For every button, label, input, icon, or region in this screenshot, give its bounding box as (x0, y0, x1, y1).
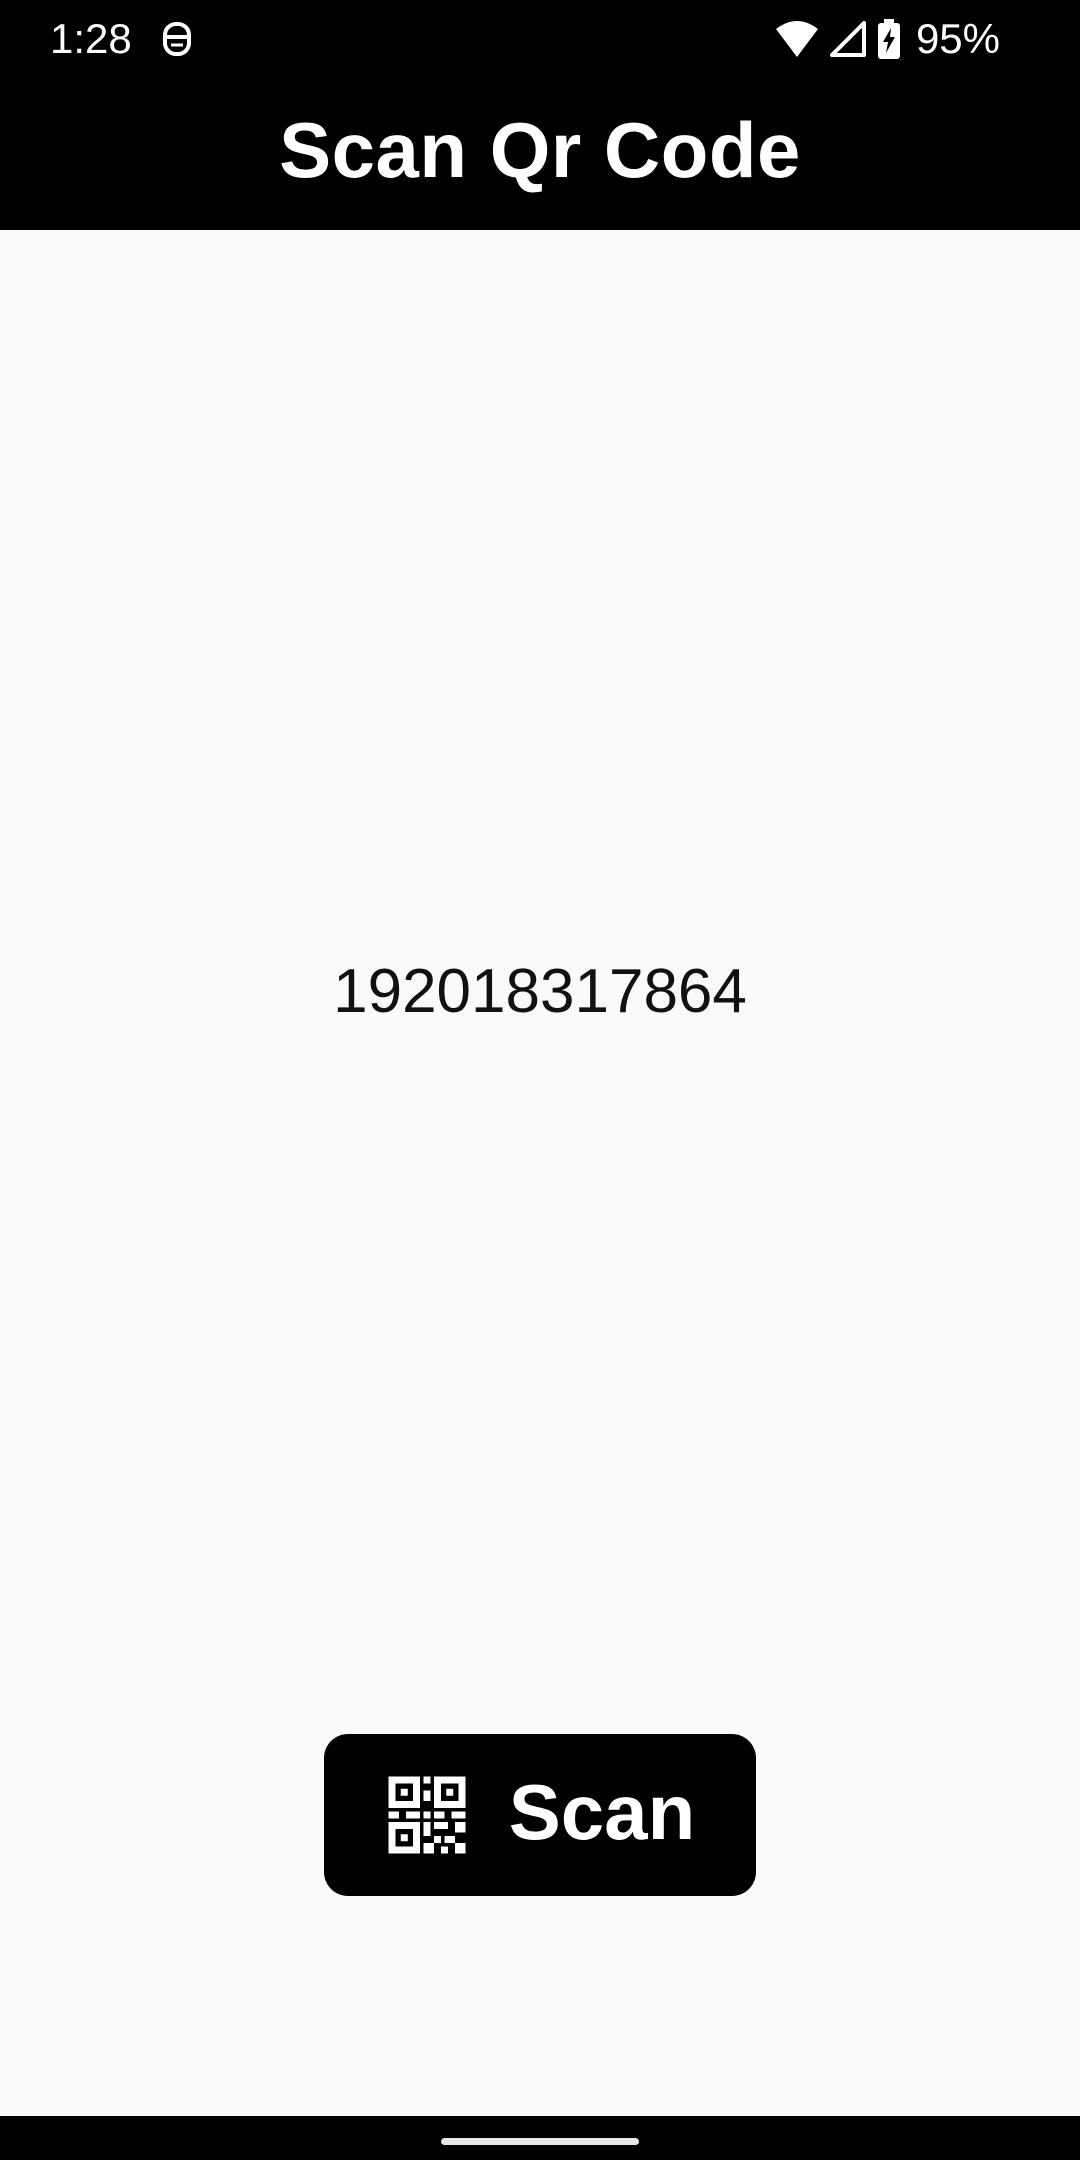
face-icon (163, 22, 191, 56)
battery-charging-icon (877, 19, 900, 59)
status-icons: 95% (774, 14, 1000, 64)
qr-code-icon (388, 1776, 466, 1854)
home-gesture-handle[interactable] (441, 2138, 639, 2145)
scan-result-text: 192018317864 (333, 957, 747, 1026)
battery-percent: 95% (915, 15, 1000, 62)
signal-icon (829, 21, 866, 57)
scan-button[interactable]: Scan (324, 1734, 756, 1896)
status-bar: 1:28 95% (0, 0, 1080, 78)
app-bar: Scan Qr Code (0, 78, 1080, 230)
navigation-bar (0, 2116, 1080, 2160)
status-time: 1:28 (50, 15, 132, 62)
scan-button-label: Scan (508, 1767, 696, 1856)
page-title: Scan Qr Code (279, 105, 801, 194)
screen: 1:28 95% Scan Qr Code 192018317864 Scan (0, 0, 1080, 2160)
wifi-icon (775, 21, 818, 57)
